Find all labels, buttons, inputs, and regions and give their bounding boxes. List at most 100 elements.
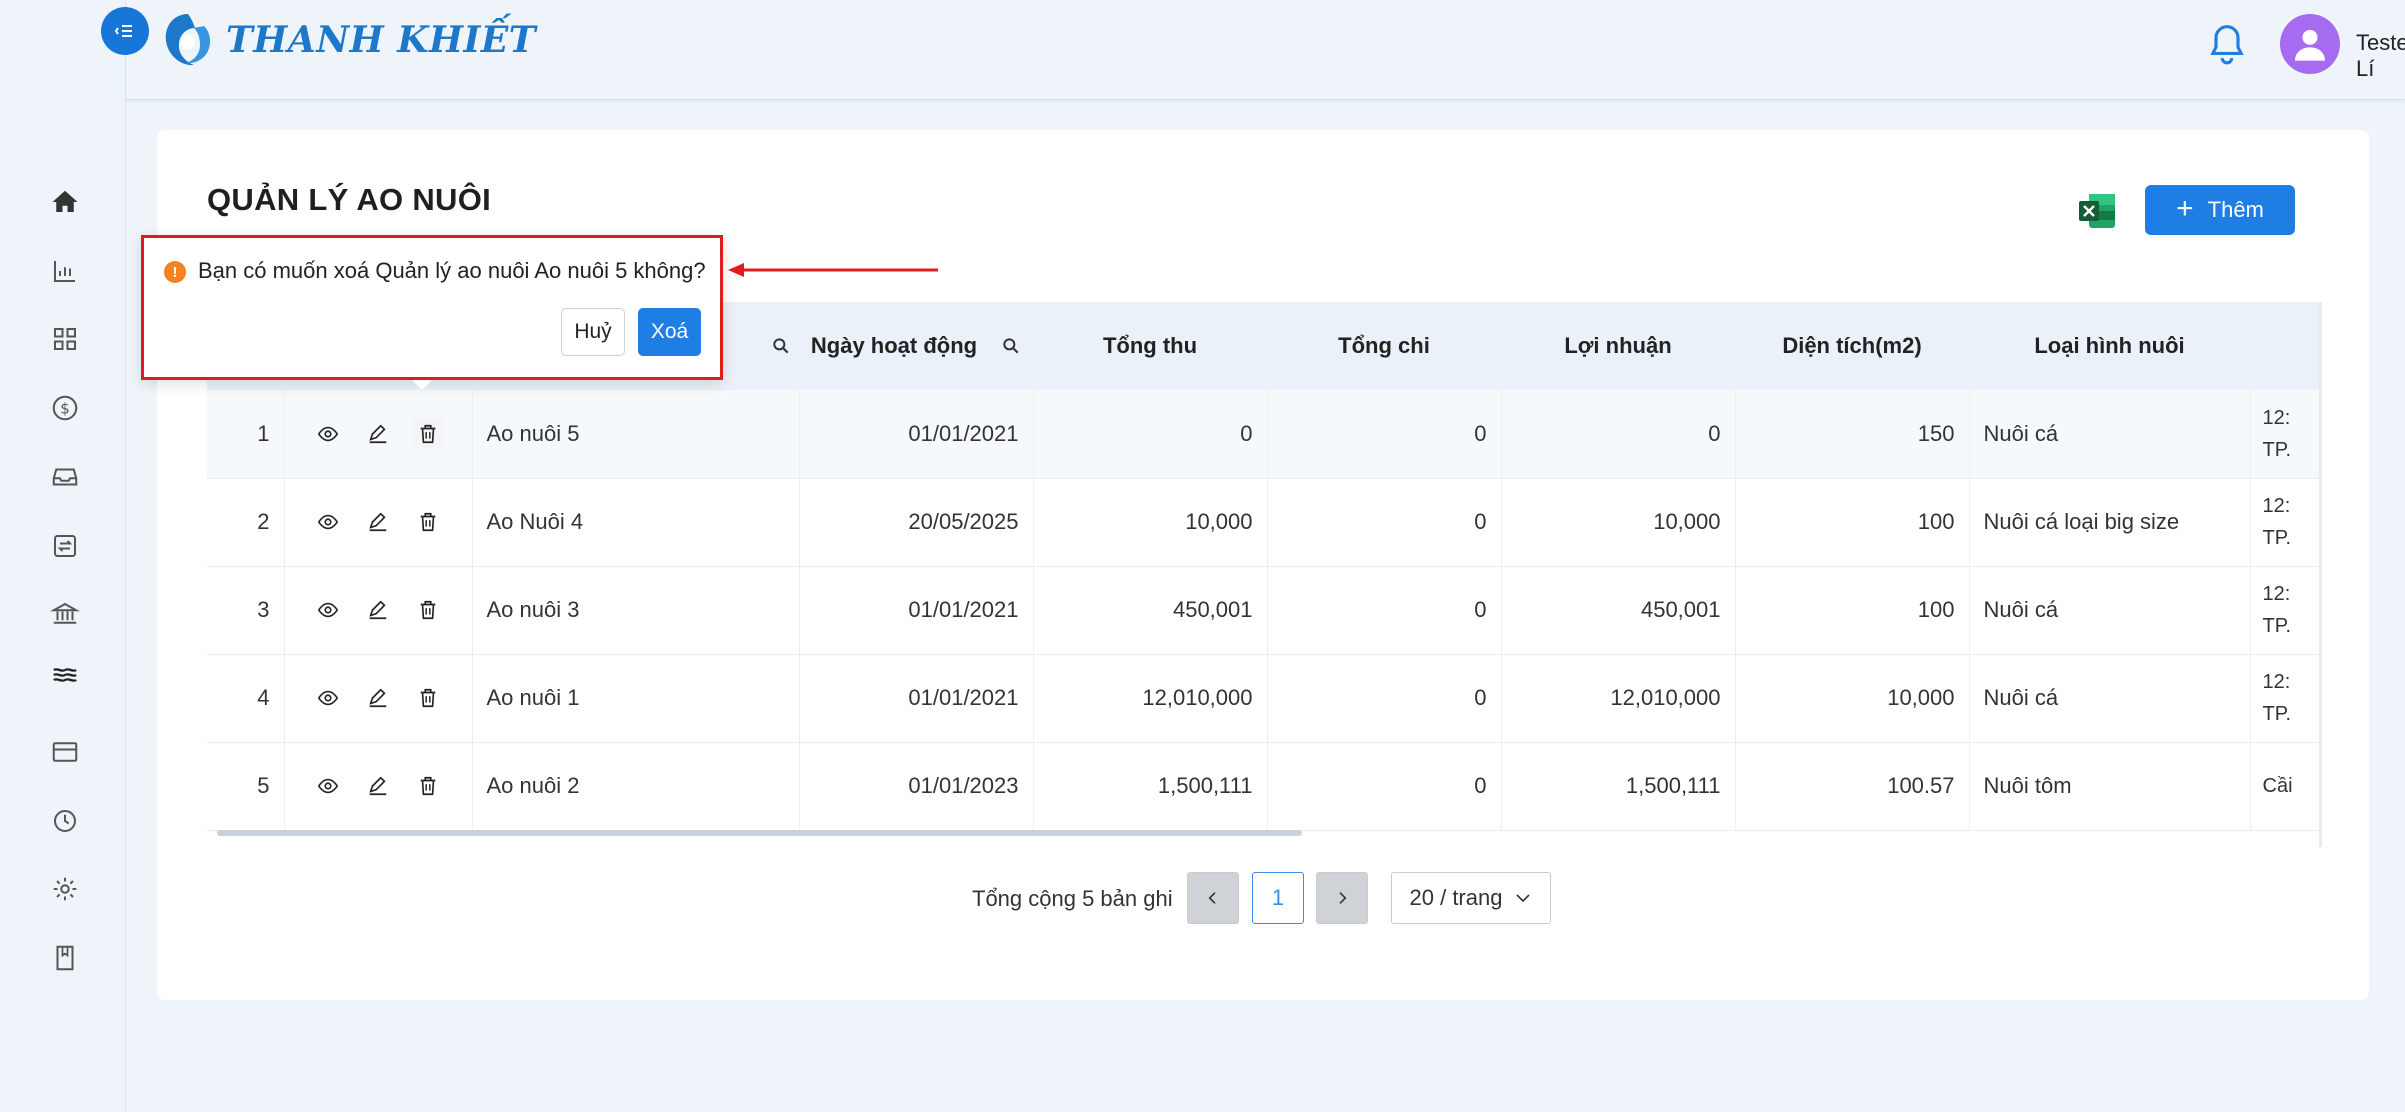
sidebar-item-settings[interactable]	[46, 870, 84, 908]
table-scroll-edge	[2319, 302, 2322, 847]
eye-icon[interactable]	[317, 687, 339, 709]
sidebar-item-finance[interactable]: $	[46, 389, 84, 427]
brand-name: THANH KHIẾT	[226, 19, 537, 61]
col-date: Ngày hoạt động	[799, 302, 1034, 390]
address-line-2: TP.	[2262, 615, 2292, 637]
cell-stt: 4	[207, 654, 285, 743]
eye-icon[interactable]	[317, 599, 339, 621]
table-row[interactable]: 3 Ao nuôi 3 01/01/2021 450,001 0 450,001 100 Nu…	[207, 566, 2319, 655]
excel-export-icon[interactable]	[2077, 192, 2117, 230]
eye-icon[interactable]	[317, 775, 339, 797]
svg-text:$: $	[60, 400, 70, 418]
cell-address: 12: TP.	[2250, 566, 2319, 655]
history-icon	[54, 810, 76, 832]
horizontal-scrollbar[interactable]	[217, 830, 1302, 836]
user-icon	[2295, 29, 2325, 61]
chevron-right-icon	[1339, 892, 1347, 904]
cell-type: Nuôi cá	[1969, 654, 2251, 743]
col-area: Diện tích(m2)	[1735, 302, 1970, 390]
cell-name: Ao nuôi 1	[472, 654, 800, 743]
cancel-button[interactable]: Huỷ	[561, 308, 625, 356]
edit-icon[interactable]	[367, 511, 389, 533]
confirm-delete-button[interactable]: Xoá	[638, 308, 701, 356]
page-1-button[interactable]: 1	[1252, 872, 1304, 924]
cell-actions	[284, 566, 473, 655]
cell-revenue: 10,000	[1033, 478, 1268, 567]
search-icon[interactable]	[1001, 336, 1021, 356]
menu-fold-icon	[114, 25, 132, 37]
brand-logo[interactable]: THANH KHIẾT	[160, 8, 536, 72]
page-title: QUẢN LÝ AO NUÔI	[207, 182, 492, 217]
table-row[interactable]: 4 Ao nuôi 1 01/01/2021 12,010,000 0 12,010,00…	[207, 654, 2319, 743]
sidebar-item-reports[interactable]	[46, 252, 84, 290]
trash-icon[interactable]	[417, 687, 439, 709]
cell-revenue: 1,500,111	[1033, 742, 1268, 831]
chevron-left-icon	[1208, 892, 1216, 904]
cell-revenue: 12,010,000	[1033, 654, 1268, 743]
prev-page-button[interactable]	[1187, 872, 1239, 924]
trash-icon[interactable]	[413, 418, 443, 449]
cell-area: 100	[1735, 566, 1970, 655]
bank-icon	[50, 602, 80, 624]
cell-address: 12: TP.	[2250, 478, 2319, 567]
col-expense: Tổng chi	[1267, 302, 1502, 390]
cell-name: Ao Nuôi 4	[472, 478, 800, 567]
col-type: Loại hình nuôi	[1969, 302, 2251, 390]
table-row[interactable]: 2 Ao Nuôi 4 20/05/2025 10,000 0 10,000 100 Nuôi…	[207, 478, 2319, 567]
cell-area: 100	[1735, 478, 1970, 567]
transfer-icon	[54, 535, 76, 557]
trash-icon[interactable]	[417, 599, 439, 621]
cell-profit: 1,500,111	[1501, 742, 1736, 831]
sidebar-item-dashboard[interactable]	[46, 320, 84, 358]
page-size-select[interactable]: 20 / trang	[1391, 872, 1551, 924]
cell-expense: 0	[1267, 566, 1502, 655]
bell-icon[interactable]	[2208, 22, 2246, 66]
search-icon[interactable]	[771, 336, 791, 356]
username[interactable]: Tester Lí	[2356, 30, 2405, 82]
cell-profit: 450,001	[1501, 566, 1736, 655]
address-line-1: Cầi	[2262, 775, 2293, 797]
sidebar-item-bank[interactable]	[46, 595, 84, 633]
cell-expense: 0	[1267, 478, 1502, 567]
cell-area: 150	[1735, 390, 1970, 479]
eye-icon[interactable]	[317, 423, 339, 445]
cell-date: 01/01/2023	[799, 742, 1034, 831]
next-page-button[interactable]	[1316, 872, 1368, 924]
sidebar-item-ponds[interactable]	[46, 656, 84, 694]
col-revenue: Tổng thu	[1033, 302, 1268, 390]
page-size-value: 20 / trang	[1409, 885, 1503, 910]
confirm-message: Bạn có muốn xoá Quản lý ao nuôi Ao nuôi …	[198, 258, 706, 283]
table-row[interactable]: 1 Ao nuôi 5 01/01/2021 0 0 0 150 Nuôi cá 12: TP.	[207, 390, 2319, 479]
eye-icon[interactable]	[317, 511, 339, 533]
cell-stt: 1	[207, 390, 285, 479]
cell-address: Cầi	[2250, 742, 2319, 831]
sidebar-item-wallet[interactable]	[46, 733, 84, 771]
sidebar-item-transfer[interactable]	[46, 527, 84, 565]
avatar[interactable]	[2280, 14, 2340, 74]
sidebar-item-history[interactable]	[46, 802, 84, 840]
edit-icon[interactable]	[367, 687, 389, 709]
sidebar-item-book[interactable]	[46, 939, 84, 977]
trash-icon[interactable]	[417, 511, 439, 533]
card-icon	[52, 742, 78, 762]
add-button[interactable]: + Thêm	[2145, 185, 2295, 235]
edit-icon[interactable]	[367, 775, 389, 797]
pagination: Tổng cộng 5 bản ghi 1 20 / trang	[157, 872, 2369, 924]
cell-stt: 5	[207, 742, 285, 831]
logo-icon	[165, 14, 211, 66]
edit-icon[interactable]	[367, 423, 389, 445]
cell-type: Nuôi cá	[1969, 566, 2251, 655]
trash-icon[interactable]	[417, 775, 439, 797]
plus-icon: +	[2176, 191, 2194, 225]
cell-expense: 0	[1267, 390, 1502, 479]
menu-toggle-button[interactable]	[101, 7, 149, 55]
cell-date: 20/05/2025	[799, 478, 1034, 567]
sidebar-item-inventory[interactable]	[46, 458, 84, 496]
cell-address: 12: TP.	[2250, 390, 2319, 479]
edit-icon[interactable]	[367, 599, 389, 621]
table-row[interactable]: 5 Ao nuôi 2 01/01/2023 1,500,111 0 1,500,111 1…	[207, 742, 2319, 831]
sidebar-item-home[interactable]	[46, 183, 84, 221]
warning-icon: !	[164, 261, 186, 283]
cell-date: 01/01/2021	[799, 654, 1034, 743]
address-line-1: 12:	[2262, 406, 2291, 429]
